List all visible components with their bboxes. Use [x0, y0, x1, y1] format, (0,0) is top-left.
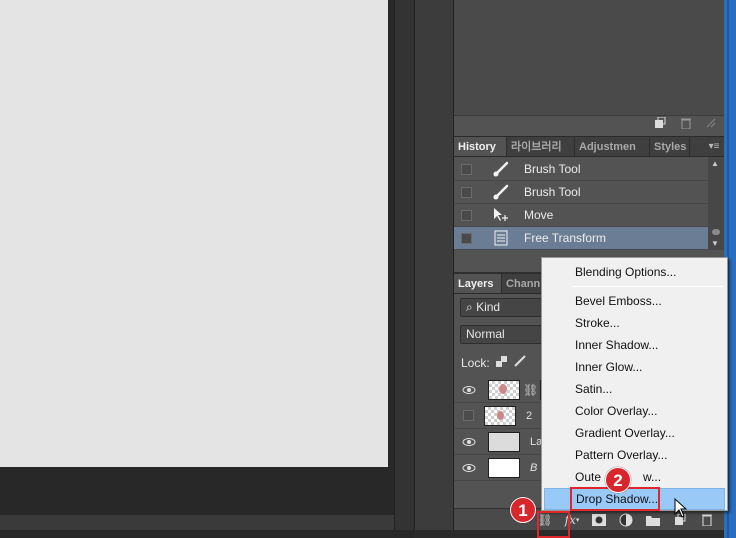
visibility-toggle[interactable]: [463, 410, 474, 421]
layer-thumbnail: [488, 457, 520, 478]
menu-item-gradient-overlay[interactable]: Gradient Overlay...: [544, 422, 725, 444]
tab-layers[interactable]: Layers: [454, 274, 502, 293]
history-item-label: Free Transform: [524, 231, 607, 245]
menu-item-color-overlay[interactable]: Color Overlay...: [544, 400, 725, 422]
menu-separator: [572, 286, 724, 287]
scroll-thumb[interactable]: [712, 229, 720, 235]
menu-item-blending-options[interactable]: Blending Options...: [544, 261, 725, 283]
tab-adjustments[interactable]: Adjustmen: [575, 137, 650, 156]
eye-icon[interactable]: [454, 437, 484, 447]
history-item[interactable]: Brush Tool: [454, 181, 708, 204]
mouse-cursor-icon: [674, 497, 688, 521]
history-item[interactable]: Move: [454, 204, 708, 227]
lock-brush-icon[interactable]: [513, 354, 527, 371]
history-item[interactable]: Brush Tool: [454, 158, 708, 181]
trash-icon[interactable]: [698, 512, 716, 528]
eye-icon[interactable]: [454, 463, 484, 473]
panel-divider: [394, 0, 414, 530]
adjustment-layer-icon[interactable]: [617, 512, 635, 528]
brush-icon: [486, 184, 516, 200]
menu-item-inner-glow[interactable]: Inner Glow...: [544, 356, 725, 378]
tab-channels[interactable]: Chann: [502, 274, 542, 293]
panel-menu-icon[interactable]: ▾≡: [704, 137, 724, 156]
upper-panel-iconbar: [654, 116, 716, 132]
history-item-selected[interactable]: Free Transform: [454, 227, 708, 250]
snapshot-source-checkbox[interactable]: [461, 209, 472, 221]
menu-item-stroke[interactable]: Stroke...: [544, 312, 725, 334]
upper-panel-content: [454, 0, 724, 116]
upper-panel: [454, 0, 724, 137]
document-icon: [486, 230, 516, 246]
layer-thumbnail: [488, 431, 520, 452]
layer-name: 2: [526, 409, 533, 422]
document-canvas[interactable]: [0, 0, 388, 467]
menu-item-satin[interactable]: Satin...: [544, 378, 725, 400]
history-item-label: Move: [524, 208, 554, 222]
history-panel: History 라이브러리 Adjustmen Styles ▾≡ Brush …: [454, 137, 724, 272]
add-mask-icon[interactable]: [590, 512, 608, 528]
outer-glow-label-start: Oute: [575, 470, 602, 484]
history-scrollbar[interactable]: ▲ ▼: [708, 157, 724, 250]
blend-mode-value: Normal: [466, 327, 505, 341]
lock-transparent-icon[interactable]: [495, 355, 507, 370]
layer-thumbnail: [484, 405, 516, 426]
menu-item-outer-glow[interactable]: Oute w...: [544, 466, 725, 488]
brush-icon: [486, 161, 516, 177]
lock-row: Lock:: [461, 354, 527, 371]
collapsed-panel-dock: [414, 0, 454, 530]
layer-name: B: [530, 461, 538, 474]
tab-history[interactable]: History: [454, 137, 507, 156]
tab-library[interactable]: 라이브러리: [507, 137, 575, 156]
move-tool-icon: [486, 207, 516, 223]
step-badge-2: 2: [605, 467, 631, 493]
history-tabbar: History 라이브러리 Adjustmen Styles ▾≡: [454, 137, 724, 157]
layer-thumbnail: [488, 379, 520, 400]
lock-label: Lock:: [461, 355, 490, 370]
scroll-up-icon[interactable]: ▲: [711, 159, 719, 168]
step-badge-1: 1: [510, 497, 536, 523]
menu-item-bevel-emboss[interactable]: Bevel Emboss...: [544, 290, 725, 312]
eye-icon[interactable]: [454, 385, 484, 395]
canvas-scrollbar[interactable]: [0, 515, 395, 530]
history-item-label: Brush Tool: [524, 162, 581, 176]
snapshot-source-checkbox[interactable]: [461, 163, 472, 175]
menu-item-pattern-overlay[interactable]: Pattern Overlay...: [544, 444, 725, 466]
trash-icon[interactable]: [680, 117, 692, 132]
layer-style-menu: Blending Options... Bevel Emboss... Stro…: [541, 257, 728, 511]
outer-glow-label-end: w...: [643, 470, 662, 484]
snapshot-source-checkbox[interactable]: [461, 186, 472, 198]
highlight-box-fx: [537, 511, 570, 538]
search-icon: ⌕: [466, 300, 473, 314]
snapshot-source-checkbox[interactable]: [461, 232, 472, 244]
scroll-down-icon[interactable]: ▼: [711, 239, 719, 248]
tab-styles[interactable]: Styles: [650, 137, 690, 156]
resize-grip-icon[interactable]: [706, 117, 716, 132]
menu-item-inner-shadow[interactable]: Inner Shadow...: [544, 334, 725, 356]
folder-icon[interactable]: [644, 512, 662, 528]
link-icon[interactable]: ⛓: [523, 383, 538, 397]
new-item-icon[interactable]: [654, 116, 666, 132]
history-item-label: Brush Tool: [524, 185, 581, 199]
filter-kind-label: Kind: [476, 300, 501, 314]
